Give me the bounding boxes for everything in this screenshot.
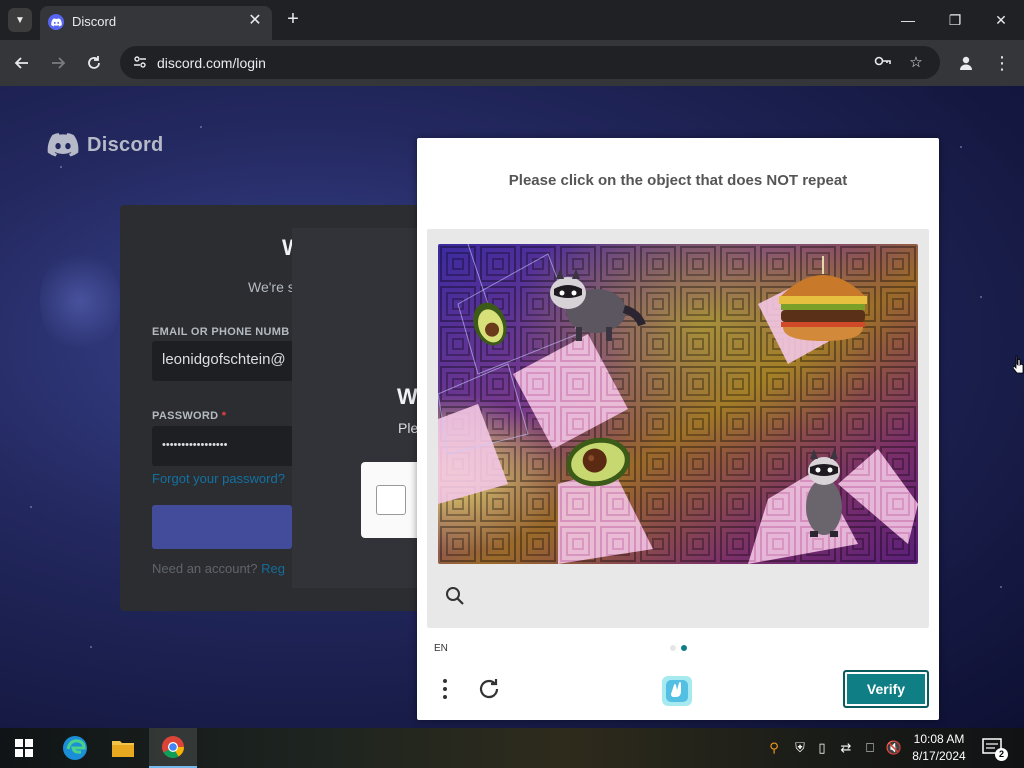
register-line: Need an account? Reg bbox=[152, 561, 285, 576]
profile-icon bbox=[960, 56, 972, 70]
taskbar: ⚲ ⛨ ▯ ⇄ ⎕ 🔇 10:08 AM 8/17/2024 2 bbox=[0, 728, 1024, 768]
taskbar-chrome[interactable] bbox=[149, 728, 197, 768]
verify-button[interactable]: Verify bbox=[843, 670, 929, 708]
restore-button[interactable]: ❐ bbox=[932, 0, 978, 40]
search-tray-icon[interactable]: ⚲ bbox=[764, 738, 784, 758]
back-button[interactable] bbox=[9, 50, 35, 76]
back-arrow-icon bbox=[14, 57, 28, 69]
start-button[interactable] bbox=[0, 728, 48, 768]
discord-logo: Discord bbox=[47, 133, 164, 157]
site-info-icon[interactable] bbox=[132, 54, 148, 70]
verification-modal-title: W bbox=[397, 384, 418, 409]
usb-drive-icon[interactable]: ▯ bbox=[812, 738, 832, 758]
captcha-image-area bbox=[427, 229, 929, 628]
reload-icon bbox=[88, 56, 100, 69]
page-dot-1 bbox=[670, 645, 676, 651]
volume-muted-icon[interactable]: 🔇 bbox=[884, 738, 904, 758]
captcha-prompt: Please click on the object that does NOT… bbox=[508, 172, 848, 189]
file-explorer-icon bbox=[112, 741, 134, 757]
mouse-cursor-icon bbox=[1013, 355, 1024, 374]
tab-search-button[interactable]: ▼ bbox=[8, 8, 32, 32]
hcaptcha-checkbox[interactable] bbox=[376, 485, 406, 515]
browser-toolbar: discord.com/login ☆ ⋮ bbox=[0, 40, 1024, 86]
security-shield-icon[interactable]: ⛨ bbox=[790, 738, 810, 758]
close-window-button[interactable]: ✕ bbox=[978, 0, 1024, 40]
discord-logo-text: Discord bbox=[87, 133, 164, 156]
minimize-button[interactable]: — bbox=[885, 0, 931, 40]
forward-arrow-icon bbox=[52, 57, 66, 69]
tab-title: Discord bbox=[72, 14, 117, 29]
edge-icon bbox=[63, 736, 87, 760]
chrome-icon bbox=[162, 736, 184, 758]
hcaptcha-logo-icon bbox=[662, 676, 692, 706]
register-link[interactable]: Reg bbox=[261, 561, 285, 576]
hcaptcha-widget bbox=[361, 462, 418, 538]
notification-badge: 2 bbox=[995, 748, 1008, 761]
profile-button[interactable] bbox=[953, 50, 979, 76]
login-subtitle: We're s bbox=[248, 279, 295, 295]
sync-icon[interactable]: ⇄ bbox=[836, 738, 856, 758]
tab-discord[interactable]: Discord ✕ bbox=[40, 6, 272, 40]
forward-button[interactable] bbox=[45, 50, 71, 76]
bookmark-star-icon[interactable]: ☆ bbox=[906, 53, 926, 73]
start-icon bbox=[15, 739, 33, 757]
captcha-challenge: Please click on the object that does NOT… bbox=[417, 138, 939, 720]
email-label: EMAIL OR PHONE NUMB bbox=[152, 326, 290, 338]
taskbar-edge[interactable] bbox=[51, 728, 99, 768]
discord-favicon-icon bbox=[48, 14, 64, 30]
tab-strip: ▼ Discord ✕ + — ❐ ✕ bbox=[0, 0, 1024, 40]
reload-button[interactable] bbox=[81, 50, 107, 76]
language-selector[interactable]: EN bbox=[434, 643, 448, 654]
forgot-password-link[interactable]: Forgot your password? bbox=[152, 471, 285, 486]
discord-logo-icon bbox=[47, 133, 79, 157]
new-tab-button[interactable]: + bbox=[282, 8, 304, 30]
refresh-challenge-icon[interactable] bbox=[477, 676, 503, 702]
clock-date: 8/17/2024 bbox=[912, 749, 966, 763]
address-bar[interactable]: discord.com/login ☆ bbox=[120, 46, 940, 79]
more-options-icon[interactable] bbox=[435, 676, 455, 702]
notification-center-button[interactable]: 2 bbox=[982, 736, 1008, 761]
url-text: discord.com/login bbox=[157, 55, 266, 71]
taskbar-file-explorer[interactable] bbox=[99, 728, 147, 768]
chevron-down-icon: ▼ bbox=[15, 14, 25, 26]
clock-time: 10:08 AM bbox=[913, 732, 965, 746]
verification-modal-subtitle: Ple bbox=[398, 420, 419, 436]
password-label: PASSWORD * bbox=[152, 410, 227, 422]
login-button[interactable] bbox=[152, 505, 292, 549]
captcha-image[interactable] bbox=[438, 244, 918, 564]
tab-close-icon[interactable]: ✕ bbox=[246, 12, 264, 30]
need-account-text: Need an account? bbox=[152, 561, 258, 576]
browser-menu-icon[interactable]: ⋮ bbox=[990, 50, 1014, 76]
password-key-icon[interactable] bbox=[873, 53, 893, 73]
network-icon[interactable]: ⎕ bbox=[860, 738, 880, 758]
zoom-search-icon[interactable] bbox=[444, 585, 466, 607]
required-mark: * bbox=[221, 410, 227, 422]
system-clock[interactable]: 10:08 AM 8/17/2024 bbox=[905, 731, 973, 765]
page-dot-2 bbox=[681, 645, 687, 651]
